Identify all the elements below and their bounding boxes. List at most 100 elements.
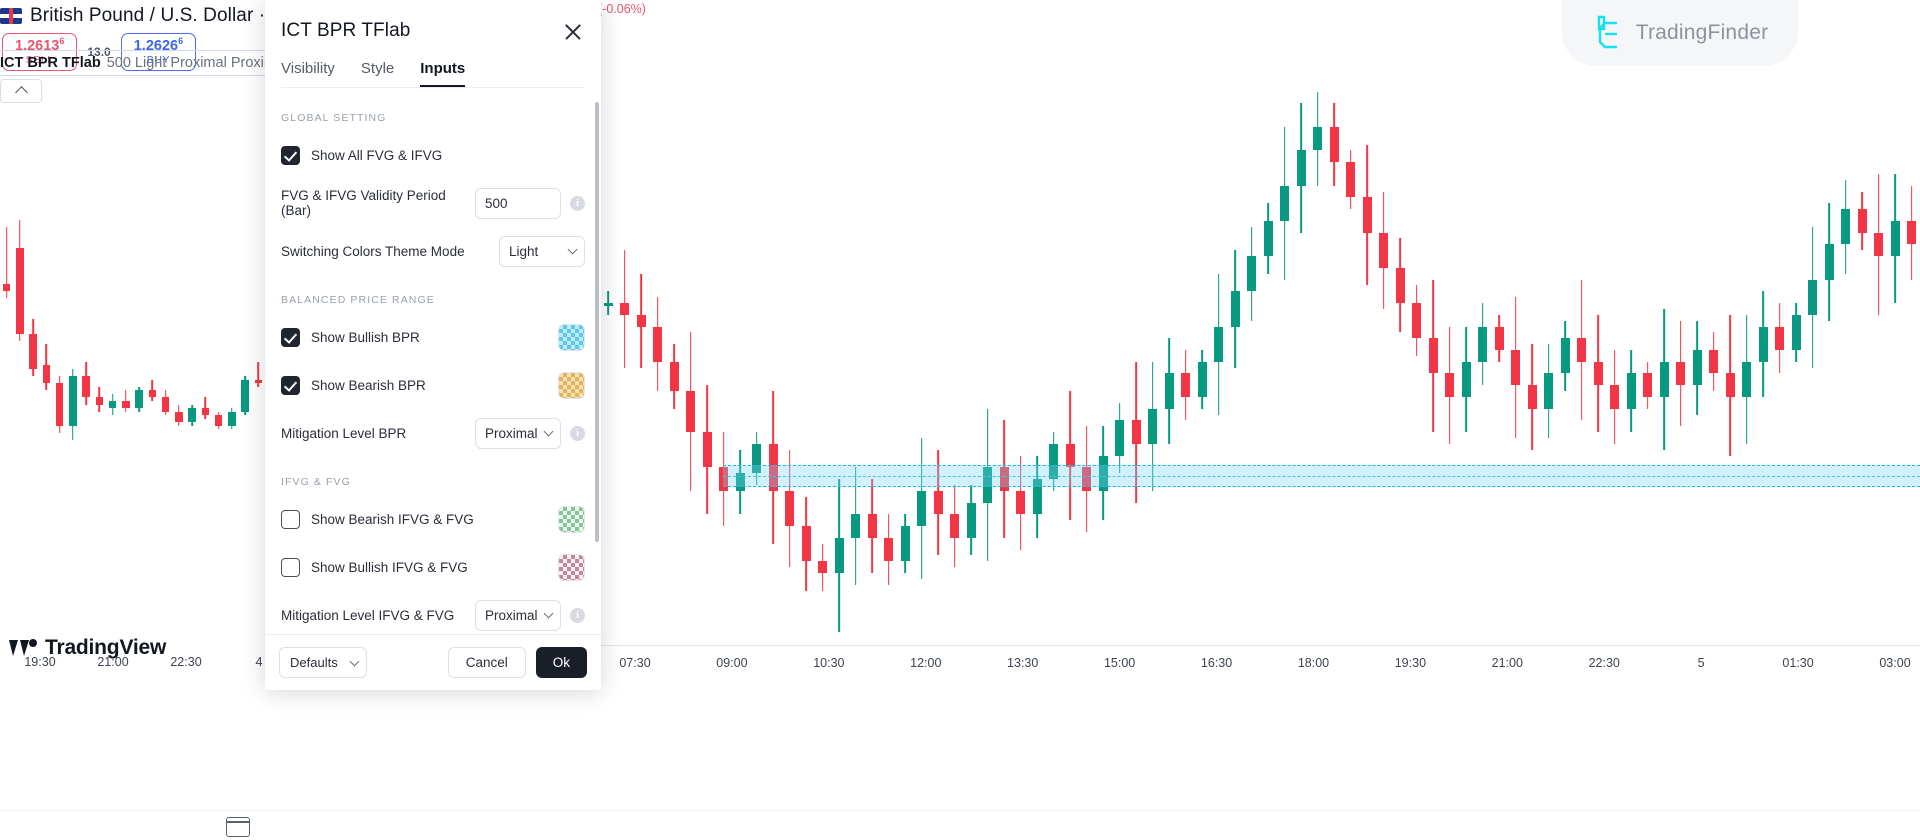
label-show-bullish-ifvg-fvg: Show Bullish IFVG & FVG (311, 560, 468, 575)
candle-body (1165, 373, 1174, 408)
time-tick: 15:00 (1104, 656, 1135, 670)
time-tick: 12:00 (910, 656, 941, 670)
tab-visibility[interactable]: Visibility (281, 60, 335, 88)
bpr-zone-midline (723, 476, 1920, 477)
candle-body (1825, 244, 1834, 279)
candle-body (1742, 362, 1751, 397)
candle-body (1610, 385, 1619, 408)
candle-body (818, 561, 827, 573)
checkbox-show-bullish-bpr[interactable] (281, 328, 300, 347)
input-fvg-ifvg-validity-period-bar[interactable]: 500 (475, 188, 561, 219)
info-icon[interactable]: i (570, 426, 585, 441)
color-swatch-show-bullish-ifvg-fvg[interactable] (558, 554, 585, 581)
candle-body (1148, 409, 1157, 444)
candle-body (670, 362, 679, 391)
checkbox-show-all-fvg-ifvg[interactable] (281, 146, 300, 165)
candle-body (1594, 362, 1603, 385)
candle-body (1511, 350, 1520, 385)
label-show-bullish-bpr: Show Bullish BPR (311, 330, 420, 345)
defaults-label: Defaults (290, 655, 338, 670)
candle-body (215, 415, 223, 426)
candle-body (653, 327, 662, 362)
candle-body (1874, 233, 1883, 256)
candle-body (1462, 362, 1471, 397)
candle-body (1759, 327, 1768, 362)
tab-style[interactable]: Style (361, 60, 394, 88)
dialog-scrollbar[interactable] (595, 102, 599, 542)
candle-body (1577, 338, 1586, 361)
indicator-settings-dialog: ICT BPR TFlab VisibilityStyleInputs GLOB… (265, 0, 601, 690)
candle-body (1775, 327, 1784, 350)
candle-body (56, 383, 64, 426)
candle-body (135, 390, 143, 408)
setting-row-switching-colors-theme-mode: Switching Colors Theme Mode Light (281, 234, 585, 268)
calendar-icon[interactable] (226, 817, 250, 837)
bullish-bpr-zone (723, 465, 1920, 487)
select-value: Proximal (485, 426, 538, 441)
dialog-footer: Defaults Cancel Ok (265, 634, 601, 690)
section-label-balanced-price-range: BALANCED PRICE RANGE (281, 294, 585, 306)
dialog-tabs: Visibility Style Inputs (265, 42, 601, 88)
candle-body (934, 491, 943, 514)
select-value: Light (509, 244, 538, 259)
candle-body (1429, 338, 1438, 373)
label-show-bearish-ifvg-fvg: Show Bearish IFVG & FVG (311, 512, 474, 527)
candle-body (1478, 327, 1487, 362)
candle-body (1643, 373, 1652, 396)
candle-body (1660, 362, 1669, 397)
candle-body (175, 412, 183, 423)
color-swatch-show-bullish-bpr[interactable] (558, 324, 585, 351)
select-mitigation-level-bpr[interactable]: Proximal (475, 418, 561, 449)
candle-body (96, 397, 104, 404)
chart-time-axis[interactable]: 07:3009:0010:3012:0013:3015:0016:3018:00… (600, 645, 1920, 681)
checkbox-show-bearish-ifvg-fvg[interactable] (281, 510, 300, 529)
collapse-legend-button[interactable] (0, 79, 42, 103)
label-show-bearish-bpr: Show Bearish BPR (311, 378, 426, 393)
info-icon[interactable]: i (570, 608, 585, 623)
candle-body (122, 401, 130, 408)
checkbox-show-bearish-bpr[interactable] (281, 376, 300, 395)
candle-body (241, 380, 249, 412)
defaults-button[interactable]: Defaults (279, 647, 367, 678)
candle-body (29, 334, 37, 369)
select-mitigation-level-ifvg-fvg[interactable]: Proximal (475, 600, 561, 631)
candle-body (1132, 420, 1141, 443)
label-switching-colors-theme-mode: Switching Colors Theme Mode (281, 244, 465, 259)
info-icon[interactable]: i (570, 196, 585, 211)
candle-body (1528, 385, 1537, 408)
color-swatch-show-bearish-bpr[interactable] (558, 372, 585, 399)
candle-body (149, 390, 157, 397)
candle-body (1016, 491, 1025, 514)
candle-body (851, 514, 860, 537)
chart-right-pane (600, 0, 1920, 640)
cancel-button[interactable]: Cancel (448, 647, 526, 678)
candle-body (1379, 233, 1388, 268)
time-tick: 21:00 (1492, 656, 1523, 670)
chevron-down-icon (350, 656, 360, 666)
tradingfinder-badge: TradingFinder (1562, 0, 1798, 66)
candle-body (802, 526, 811, 561)
tradingfinder-logo-icon (1592, 15, 1626, 51)
select-switching-colors-theme-mode[interactable]: Light (499, 236, 585, 267)
candle-body (917, 491, 926, 526)
candle-body (1330, 127, 1339, 162)
time-tick: 21:00 (97, 655, 128, 669)
candle-body (3, 284, 11, 291)
candle-body (82, 376, 90, 397)
setting-row-mitigation-level-ifvg-fvg: Mitigation Level IFVG & FVGProximali (281, 598, 585, 632)
candle-body (1181, 373, 1190, 396)
checkbox-show-bullish-ifvg-fvg[interactable] (281, 558, 300, 577)
candle-body (1066, 444, 1075, 467)
time-tick: 22:30 (170, 655, 201, 669)
color-swatch-show-bearish-ifvg-fvg[interactable] (558, 506, 585, 533)
candle-body (1907, 221, 1916, 244)
candle-body (188, 408, 196, 422)
time-tick: 16:30 (1201, 656, 1232, 670)
time-tick: 10:30 (813, 656, 844, 670)
ok-button[interactable]: Ok (536, 647, 587, 678)
tab-inputs[interactable]: Inputs (420, 60, 465, 88)
candle-body (1115, 420, 1124, 455)
candle-body (202, 408, 210, 415)
candle-body (16, 248, 24, 333)
candle-body (950, 514, 959, 537)
